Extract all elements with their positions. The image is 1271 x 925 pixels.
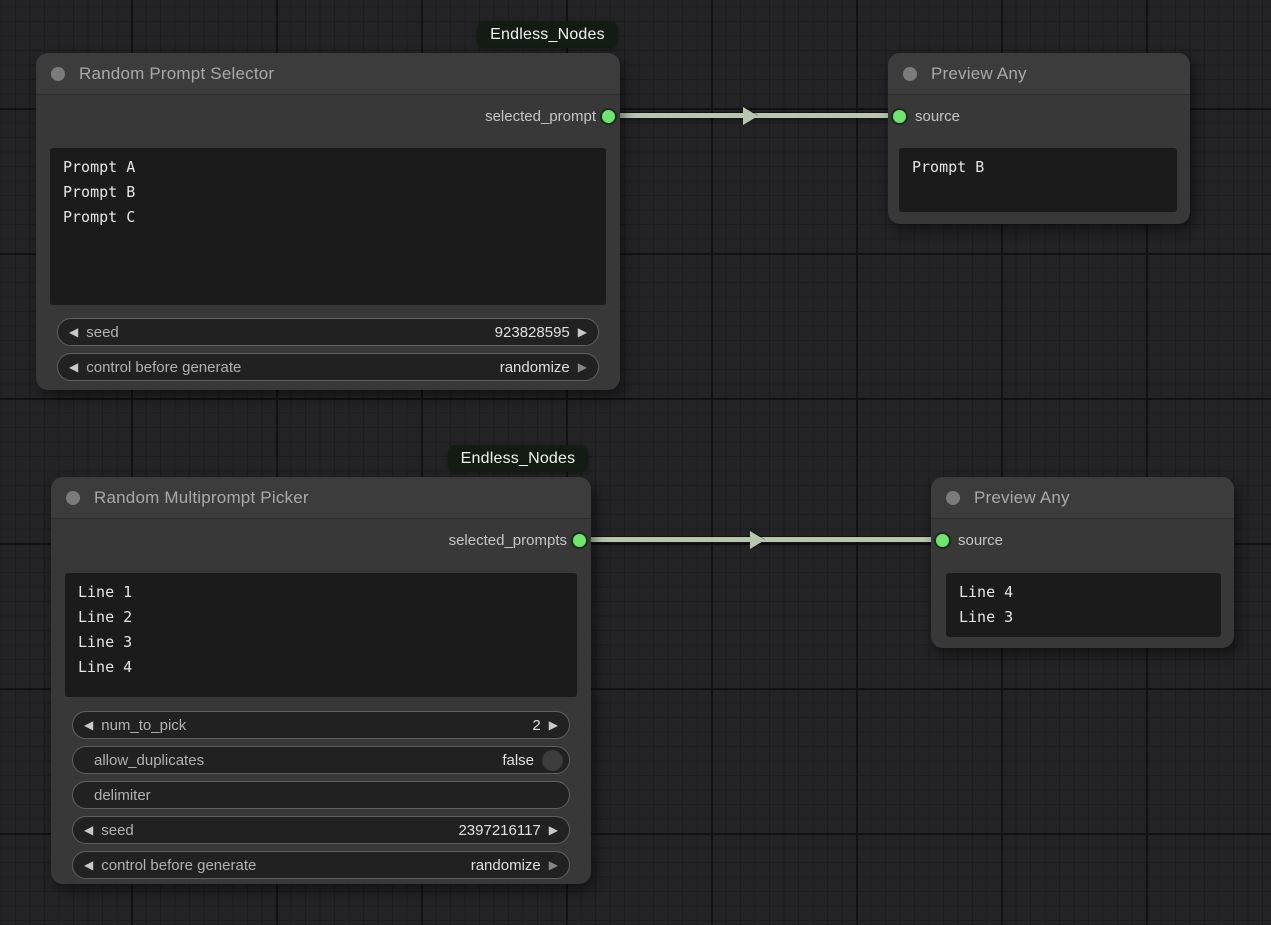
input-slot-label: source <box>915 108 960 125</box>
increment-arrow-icon[interactable]: ▶ <box>549 824 558 836</box>
widget-delimiter[interactable]: delimiter <box>72 781 570 809</box>
output-slot-label: selected_prompts <box>449 532 567 549</box>
widget-seed[interactable]: ◀ seed 2397216117 ▶ <box>72 816 570 844</box>
widget-value: 923828595 <box>495 324 570 341</box>
widget-label: num_to_pick <box>101 717 186 734</box>
node-header[interactable]: Random Prompt Selector <box>36 53 620 95</box>
collapse-dot-icon[interactable] <box>903 67 917 81</box>
decrement-arrow-icon[interactable]: ◀ <box>84 719 93 731</box>
node-graph-canvas[interactable]: Endless_Nodes Endless_Nodes Random Promp… <box>0 0 1271 925</box>
output-slot-label: selected_prompt <box>485 108 596 125</box>
widget-label: allow_duplicates <box>94 752 204 769</box>
preview-textarea: Line 4 Line 3 <box>946 573 1221 637</box>
node-header[interactable]: Preview Any <box>888 53 1190 95</box>
widget-label: seed <box>101 822 134 839</box>
input-slot-source: source <box>931 519 1234 561</box>
decrement-arrow-icon[interactable]: ◀ <box>84 824 93 836</box>
node-title: Random Multiprompt Picker <box>94 488 309 508</box>
node-header[interactable]: Random Multiprompt Picker <box>51 477 591 519</box>
preview-textarea: Prompt B <box>899 148 1177 212</box>
widget-allow-duplicates[interactable]: allow_duplicates false <box>72 746 570 774</box>
node-title: Preview Any <box>974 488 1070 508</box>
node-random-prompt-selector[interactable]: Random Prompt Selector selected_prompt P… <box>36 53 620 390</box>
widget-label: control before generate <box>101 857 256 874</box>
wire-arrow-icon <box>743 107 758 125</box>
widget-value: 2397216117 <box>458 822 540 839</box>
input-slot-label: source <box>958 532 1003 549</box>
output-port-icon[interactable] <box>573 534 586 547</box>
widget-value: randomize <box>500 359 570 376</box>
increment-arrow-icon[interactable]: ▶ <box>578 326 587 338</box>
collapse-dot-icon[interactable] <box>51 67 65 81</box>
prompts-textarea[interactable]: Prompt A Prompt B Prompt C <box>50 148 606 305</box>
toggle-off-icon[interactable] <box>542 750 563 771</box>
prompts-textarea[interactable]: Line 1 Line 2 Line 3 Line 4 <box>65 573 577 697</box>
node-category-badge: Endless_Nodes <box>448 445 588 472</box>
badge-label: Endless_Nodes <box>461 450 576 468</box>
decrement-arrow-icon[interactable]: ◀ <box>69 326 78 338</box>
widget-label: delimiter <box>94 787 151 804</box>
widget-seed[interactable]: ◀ seed 923828595 ▶ <box>57 318 599 346</box>
widget-value: false <box>502 752 534 769</box>
increment-arrow-icon[interactable]: ▶ <box>549 859 558 871</box>
widget-num-to-pick[interactable]: ◀ num_to_pick 2 ▶ <box>72 711 570 739</box>
output-slot-selected-prompts: selected_prompts <box>51 519 591 561</box>
increment-arrow-icon[interactable]: ▶ <box>549 719 558 731</box>
widget-label: seed <box>86 324 119 341</box>
node-header[interactable]: Preview Any <box>931 477 1234 519</box>
node-preview-any-top[interactable]: Preview Any source Prompt B <box>888 53 1190 224</box>
output-slot-selected-prompt: selected_prompt <box>36 95 620 137</box>
node-title: Preview Any <box>931 64 1027 84</box>
node-title: Random Prompt Selector <box>79 64 274 84</box>
wire-arrow-icon <box>750 531 765 549</box>
widget-control-before-generate[interactable]: ◀ control before generate randomize ▶ <box>72 851 570 879</box>
node-random-multiprompt-picker[interactable]: Random Multiprompt Picker selected_promp… <box>51 477 591 884</box>
collapse-dot-icon[interactable] <box>66 491 80 505</box>
widget-value: randomize <box>471 857 541 874</box>
node-preview-any-bottom[interactable]: Preview Any source Line 4 Line 3 <box>931 477 1234 648</box>
input-port-icon[interactable] <box>936 534 949 547</box>
badge-label: Endless_Nodes <box>490 26 605 44</box>
input-slot-source: source <box>888 95 1190 137</box>
increment-arrow-icon[interactable]: ▶ <box>578 361 587 373</box>
node-category-badge: Endless_Nodes <box>477 21 618 48</box>
collapse-dot-icon[interactable] <box>946 491 960 505</box>
output-port-icon[interactable] <box>602 110 615 123</box>
widget-label: control before generate <box>86 359 241 376</box>
decrement-arrow-icon[interactable]: ◀ <box>69 361 78 373</box>
input-port-icon[interactable] <box>893 110 906 123</box>
decrement-arrow-icon[interactable]: ◀ <box>84 859 93 871</box>
widget-control-before-generate[interactable]: ◀ control before generate randomize ▶ <box>57 353 599 381</box>
widget-value: 2 <box>532 717 540 734</box>
